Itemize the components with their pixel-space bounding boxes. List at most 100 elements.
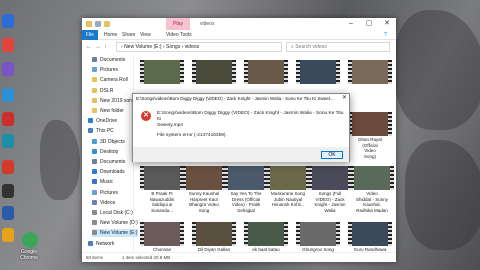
dialog-title: E:\Songs\videos\Bom Diggy Diggy (VIDEO) … <box>136 96 334 101</box>
close-window-button[interactable]: ✕ <box>378 18 396 30</box>
forward-icon[interactable]: → <box>95 42 101 52</box>
nav-item-label: 3D Objects <box>100 138 125 145</box>
video-file-tile[interactable]: Say Yes To The Dress (Official Video) - … <box>224 166 268 213</box>
up-icon[interactable]: ↑ <box>104 42 107 52</box>
nav-item[interactable]: New 2019 son <box>92 97 132 105</box>
video-file-name: Sunny Kaushal Harpreet Kaur Bhangra Vide… <box>188 191 220 213</box>
breadcrumb-item[interactable]: New Volume (E:) <box>124 44 162 50</box>
video-file-tile[interactable] <box>140 60 184 85</box>
desktop-shortcut-icon[interactable] <box>2 112 14 126</box>
folder-icon[interactable] <box>86 21 92 27</box>
video-thumbnail <box>296 222 340 246</box>
nav-item[interactable]: Desktop <box>92 148 118 156</box>
nav-item[interactable]: Pictures <box>92 189 118 197</box>
nav-item[interactable]: New folder <box>92 107 124 115</box>
nav-item-label: Pictures <box>100 189 119 196</box>
nav-item[interactable]: DSLR <box>92 87 113 95</box>
desktop-shortcut-icon[interactable] <box>2 206 14 220</box>
video-file-tile[interactable]: Video Shiddat - Sunny Kaushal, Radhika M… <box>350 166 394 213</box>
folder-icon <box>88 240 93 246</box>
item-count: 60 items <box>86 255 104 260</box>
folder-icon <box>92 77 97 83</box>
nav-item[interactable]: 3D Objects <box>92 138 125 146</box>
nav-item[interactable]: Network <box>88 240 114 248</box>
desktop-shortcut-icon[interactable] <box>2 228 14 242</box>
folder-icon <box>92 159 97 164</box>
address-bar[interactable]: › New Volume (E:) › Songs › videos <box>116 42 282 52</box>
video-file-tile[interactable] <box>296 60 340 85</box>
video-file-tile[interactable]: Guru Randhawa Tenu Suit Suit Karda (Offi… <box>348 222 392 252</box>
nav-item[interactable]: Music <box>92 178 113 186</box>
minimize-button[interactable]: – <box>342 18 360 30</box>
video-thumbnail <box>140 166 184 190</box>
video-file-tile[interactable] <box>192 60 236 85</box>
new-folder-icon[interactable] <box>104 21 110 27</box>
nav-item[interactable]: Videos <box>92 199 115 207</box>
folder-icon <box>92 67 97 73</box>
nav-item[interactable]: Documents <box>92 56 125 64</box>
video-file-tile[interactable]: Muskurane Song Jubin Nautiyal Himansh Ko… <box>266 166 310 208</box>
desktop-shortcut-icon[interactable] <box>2 88 14 102</box>
maximize-button[interactable]: ▢ <box>360 18 378 30</box>
video-file-tile[interactable] <box>348 60 392 85</box>
nav-item[interactable]: New Volume (E:) <box>92 229 138 238</box>
video-tools-context-tab[interactable]: Play <box>166 18 190 30</box>
help-icon[interactable]: ? <box>384 30 387 40</box>
folder-icon <box>88 118 93 124</box>
title-bar: Play videos – ▢ ✕ <box>82 18 396 30</box>
breadcrumb-item[interactable]: Songs <box>166 44 180 50</box>
back-icon[interactable]: ← <box>86 42 92 52</box>
selection-info: 1 item selected 20.8 MB <box>122 255 171 260</box>
nav-item[interactable]: Downloads <box>92 168 125 176</box>
tab-view[interactable]: View <box>140 30 151 40</box>
video-file-tile[interactable]: ek baat batao tum paadon mein mere lie k… <box>244 222 288 252</box>
nav-item-label: Downloads <box>100 169 125 176</box>
folder-icon <box>92 57 97 62</box>
breadcrumb-item[interactable]: videos <box>185 44 199 50</box>
video-file-tile[interactable]: Sunny Kaushal Harpreet Kaur Bhangra Vide… <box>182 166 226 213</box>
ok-button[interactable]: OK <box>321 151 343 159</box>
dialog-path: E:\Songs\videos\Bom Diggy Diggy (VIDEO) … <box>157 111 344 122</box>
dialog-close-button[interactable]: ✕ <box>342 94 347 103</box>
properties-icon[interactable] <box>95 21 101 27</box>
video-file-tile[interactable]: Songs (Full VIDEO) - Zack Knight - Jasmi… <box>308 166 352 213</box>
nav-item[interactable]: Camera Roll <box>92 76 128 84</box>
desktop-shortcut-icon[interactable] <box>2 184 14 198</box>
video-file-tile[interactable]: B Praak Ft Nawazuddin Siddiqui & Sunanda… <box>140 166 184 213</box>
video-file-tile[interactable]: Chunnari Chunnari - Bhai No.1 - Salman K… <box>140 222 184 252</box>
nav-item-label: Network <box>96 240 115 247</box>
status-bar: 60 items 1 item selected 20.8 MB <box>82 252 396 262</box>
nav-item-label: New 2019 son <box>100 97 132 104</box>
video-file-tile[interactable] <box>244 60 288 85</box>
folder-icon <box>92 87 97 93</box>
video-file-name: Video Shiddat - Sunny Kaushal, Radhika M… <box>355 191 389 213</box>
desktop-shortcut-icon[interactable] <box>2 38 14 52</box>
window-title: videos <box>200 21 215 27</box>
tab-video-tools[interactable]: Video Tools <box>166 30 192 40</box>
nav-item[interactable]: Pictures <box>92 66 118 74</box>
video-file-name: B Praak Ft Nawazuddin Siddiqui & Sunanda… <box>149 191 175 213</box>
video-file-tile[interactable]: Dhan Rayal (Official Video Song) <box>348 112 392 159</box>
nav-item-label: Pictures <box>100 67 119 74</box>
desktop-shortcut-icon[interactable] <box>2 134 14 148</box>
video-file-tile[interactable]: Ghungroo Song Video War - Hrithik Roshan… <box>296 222 340 252</box>
video-thumbnail <box>348 222 392 246</box>
video-file-name: Songs (Full VIDEO) - Zack Knight - Jasmi… <box>314 191 346 213</box>
nav-item-label: Camera Roll <box>100 77 128 84</box>
tab-home[interactable]: Home <box>104 30 117 40</box>
search-input[interactable]: ⌕ Search videos <box>286 42 390 52</box>
nav-item[interactable]: Local Disk (C:) <box>92 209 133 217</box>
desktop-shortcut-icon[interactable] <box>2 160 14 174</box>
nav-item[interactable]: This PC <box>88 127 114 135</box>
tab-file[interactable]: File <box>82 30 98 40</box>
chrome-icon[interactable] <box>22 232 38 248</box>
desktop-shortcut-icon[interactable] <box>2 14 14 28</box>
video-thumbnail <box>182 166 226 190</box>
nav-item[interactable]: Documents <box>92 158 125 166</box>
video-file-tile[interactable]: Dil Diyan Gallan Full High Quality Song … <box>192 222 236 252</box>
nav-item[interactable]: New Volume (D:) <box>92 219 138 227</box>
desktop-shortcut-icon[interactable] <box>2 62 14 76</box>
tab-share[interactable]: Share <box>122 30 135 40</box>
video-thumbnail <box>348 112 392 136</box>
nav-item[interactable]: OneDrive <box>88 117 117 125</box>
